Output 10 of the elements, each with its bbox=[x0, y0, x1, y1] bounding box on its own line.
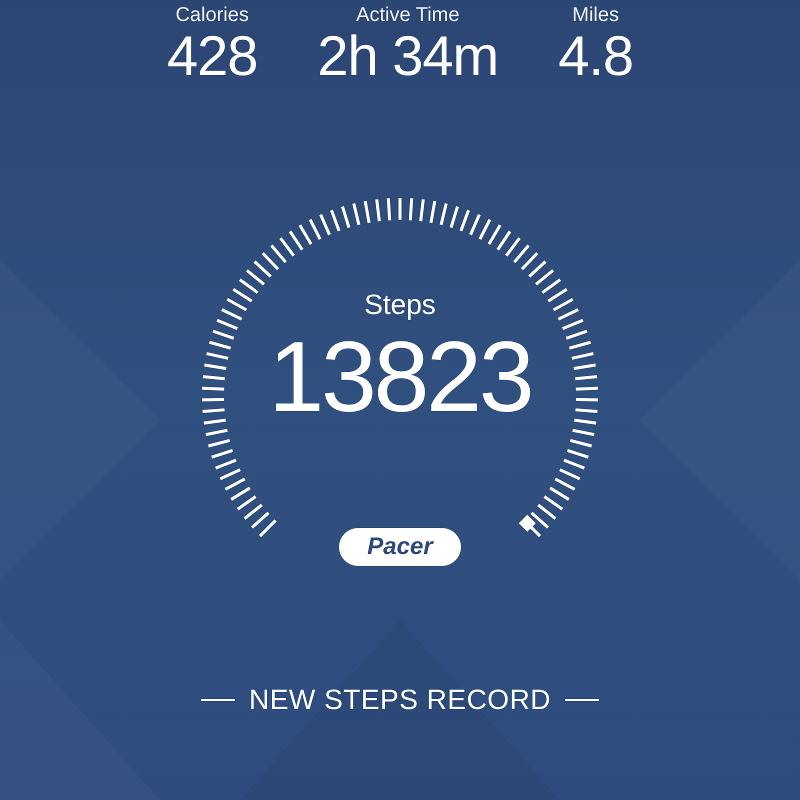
steps-label: Steps bbox=[364, 288, 436, 322]
logo-badge: Pacer bbox=[339, 528, 461, 566]
stat-value: 4.8 bbox=[558, 26, 634, 86]
stat-value: 428 bbox=[166, 26, 258, 86]
stat-label: Active Time bbox=[356, 4, 460, 26]
stat-label: Miles bbox=[572, 4, 619, 26]
steps-count: 13823 bbox=[268, 322, 532, 432]
record-label: NEW STEPS RECORD bbox=[248, 684, 552, 716]
stat-label: Calories bbox=[175, 4, 249, 26]
stat-value: 2h 34m bbox=[317, 26, 498, 86]
